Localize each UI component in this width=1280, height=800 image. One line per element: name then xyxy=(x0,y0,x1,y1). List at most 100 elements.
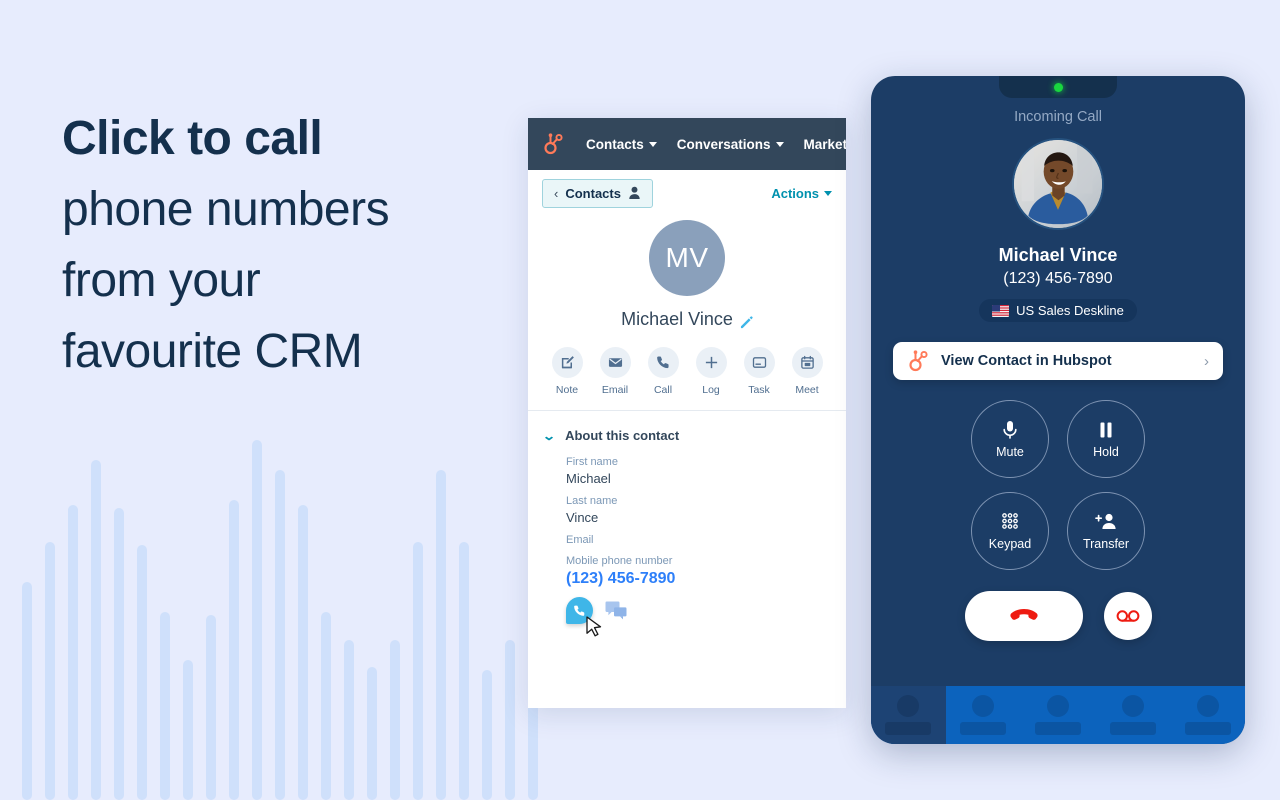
avatar-placeholder-icon xyxy=(1121,695,1144,717)
quick-action-label: Call xyxy=(653,384,673,396)
caller-name: Michael Vince xyxy=(998,245,1118,265)
nav-item-label: Conversations xyxy=(676,136,771,152)
waveform-bar xyxy=(321,612,331,800)
keypad-button[interactable]: Keypad xyxy=(971,492,1049,570)
waveform-bar xyxy=(160,612,170,800)
nav-item-conversations[interactable]: Conversations xyxy=(677,137,784,152)
chevron-down-icon: ⌄ xyxy=(541,428,557,443)
waveform-bar xyxy=(45,542,55,800)
quick-action-email[interactable]: Email xyxy=(596,347,634,396)
waveform-bar xyxy=(390,640,400,800)
footer-contact-cell[interactable] xyxy=(1095,686,1170,744)
about-section-title: About this contact xyxy=(565,428,680,443)
actions-dropdown[interactable]: Actions xyxy=(771,186,832,201)
phone-notch xyxy=(999,76,1117,98)
edit-pencil-icon[interactable] xyxy=(740,313,753,329)
footer-contact-cell[interactable] xyxy=(1021,686,1096,744)
quick-action-label: Task xyxy=(748,384,770,396)
status-led-indicator xyxy=(1053,82,1063,92)
label-placeholder xyxy=(1109,722,1156,735)
quick-action-label: Note xyxy=(555,384,579,396)
waveform-bar xyxy=(275,470,285,800)
chevron-right-icon: › xyxy=(1204,352,1209,370)
waveform-bar xyxy=(137,545,147,800)
voicemail-icon xyxy=(1116,610,1139,622)
avatar-initials: MV xyxy=(649,220,725,296)
email-icon xyxy=(599,347,631,378)
quick-action-log[interactable]: Log xyxy=(692,347,730,396)
nav-item-contacts[interactable]: Contacts xyxy=(586,137,657,152)
view-contact-in-hubspot-button[interactable]: View Contact in Hubspot › xyxy=(893,342,1223,380)
crm-quick-actions: Note Email Call Log Task Meet xyxy=(528,347,846,411)
field-email: Email xyxy=(566,534,830,546)
phone-footer-bar xyxy=(871,686,1245,744)
contact-name-row: Michael Vince xyxy=(528,309,846,330)
waveform-bar xyxy=(183,660,193,800)
headline-line-4: favourite CRM xyxy=(62,325,363,378)
transfer-button[interactable]: Transfer xyxy=(1067,492,1145,570)
about-section-header[interactable]: ⌄ About this contact xyxy=(541,428,830,443)
waveform-bar xyxy=(436,470,446,800)
field-label: First name xyxy=(566,456,618,468)
keypad-icon xyxy=(1002,513,1018,529)
field-value[interactable]: Michael xyxy=(566,471,830,486)
hubspot-logo-icon xyxy=(542,132,566,156)
field-label: Mobile phone number xyxy=(566,555,673,567)
chevron-down-icon xyxy=(648,141,657,147)
back-button-label: Contacts xyxy=(565,185,621,201)
pause-icon xyxy=(1100,422,1112,438)
field-label: Last name xyxy=(566,495,618,507)
waveform-bar xyxy=(505,640,515,800)
field-mobile-phone: Mobile phone number (123) 456-7890 xyxy=(566,555,830,588)
call-control-grid: Mute Hold Keypad Transfer xyxy=(871,400,1245,570)
waveform-bar xyxy=(229,500,239,800)
avatar-placeholder-icon xyxy=(1196,695,1219,717)
note-icon xyxy=(551,347,583,378)
caller-phone-number: (123) 456-7890 xyxy=(1003,270,1113,287)
field-value[interactable]: Vince xyxy=(566,510,830,525)
call-action-buttons xyxy=(871,591,1245,641)
send-message-icon[interactable] xyxy=(605,601,627,620)
waveform-bar xyxy=(344,640,354,800)
chevron-down-icon xyxy=(775,141,784,147)
nav-item-label: Marketing xyxy=(803,136,846,152)
person-icon xyxy=(628,186,641,200)
voicemail-button[interactable] xyxy=(1103,592,1152,640)
control-label: Hold xyxy=(1093,445,1119,459)
quick-action-call[interactable]: Call xyxy=(644,347,682,396)
view-contact-label: View Contact in Hubspot xyxy=(941,353,1112,369)
footer-contact-cell[interactable] xyxy=(1170,686,1245,744)
waveform-bar xyxy=(22,582,32,800)
back-to-contacts-button[interactable]: ‹ Contacts xyxy=(542,178,653,208)
quick-action-note[interactable]: Note xyxy=(548,347,586,396)
quick-action-label: Email xyxy=(601,384,629,396)
contact-name: Michael Vince xyxy=(621,309,733,329)
crm-top-navigation: Contacts Conversations Marketing xyxy=(528,118,846,170)
hangup-button[interactable] xyxy=(964,591,1083,641)
footer-contact-cell[interactable] xyxy=(871,686,946,744)
field-first-name: First name Michael xyxy=(566,456,830,486)
field-last-name: Last name Vince xyxy=(566,495,830,525)
label-placeholder xyxy=(960,722,1007,735)
us-flag-icon xyxy=(992,304,1010,317)
hold-button[interactable]: Hold xyxy=(1067,400,1145,478)
caller-avatar-photo xyxy=(1012,138,1104,230)
hangup-phone-icon xyxy=(1009,609,1038,620)
phone-number-link[interactable]: (123) 456-7890 xyxy=(566,570,830,588)
footer-contact-cell[interactable] xyxy=(946,686,1021,744)
control-label: Keypad xyxy=(988,537,1032,551)
avatar-placeholder-icon xyxy=(897,695,920,717)
waveform-bar xyxy=(114,508,124,800)
mute-button[interactable]: Mute xyxy=(971,400,1049,478)
hubspot-logo-icon xyxy=(907,349,931,373)
quick-action-task[interactable]: Task xyxy=(740,347,778,396)
crm-window: Contacts Conversations Marketing ‹ Conta… xyxy=(528,118,846,708)
crm-sub-toolbar: ‹ Contacts Actions xyxy=(528,170,846,216)
nav-item-marketing[interactable]: Marketing xyxy=(804,137,846,152)
crm-contact-identity: MV Michael Vince xyxy=(528,216,846,330)
waveform-bar xyxy=(459,542,469,800)
waveform-bar xyxy=(367,667,377,800)
quick-action-meet[interactable]: Meet xyxy=(788,347,826,396)
line-badge-label: US Sales Deskline xyxy=(1016,303,1124,318)
waveform-bar xyxy=(482,670,492,800)
